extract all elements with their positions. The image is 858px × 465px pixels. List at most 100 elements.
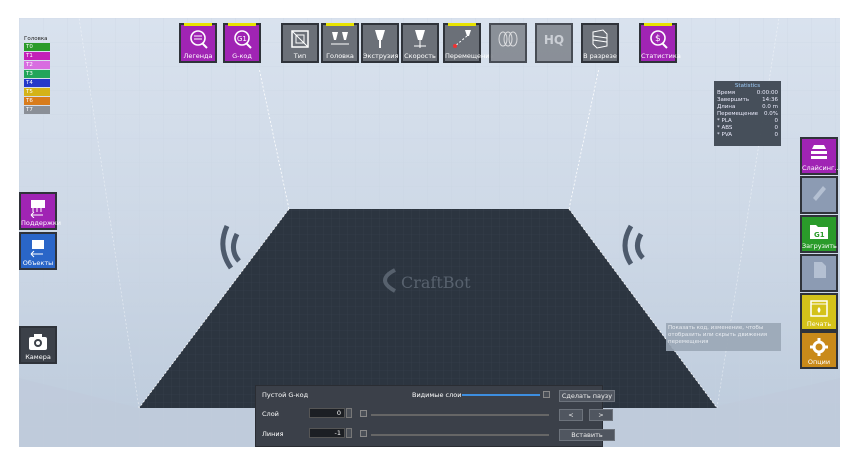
travel-button[interactable]: Перемещение (443, 23, 494, 63)
objects-icon (30, 240, 44, 258)
head-button[interactable]: Головка (321, 23, 359, 63)
statistics-row-value: 14:36 (762, 97, 778, 103)
extrusion-button[interactable]: Экструзия (361, 23, 399, 63)
statistics-row-value: 0.0 m (762, 104, 778, 110)
nozzle-speed-icon (414, 30, 426, 48)
layer-label: Слой (262, 410, 279, 418)
statistics-title: Statistics (734, 83, 761, 89)
print-window-icon (810, 300, 828, 317)
statistics-label: Статистика (641, 52, 681, 60)
statistics-row-value: 0 (774, 125, 779, 131)
statistics-row-label: * ABS (717, 125, 733, 131)
legend-title: Головка (24, 36, 48, 42)
statistics-row-label: Завершить (717, 97, 750, 103)
visible-layers-slider[interactable] (462, 394, 540, 396)
folder-g1-icon: G1 (810, 225, 828, 239)
upload-label: Загрузить (802, 242, 837, 250)
next-button[interactable]: > (589, 409, 613, 421)
options-button[interactable]: Опции (800, 331, 838, 369)
pencil-icon (813, 186, 826, 201)
statistics-button[interactable]: $ Статистика (639, 23, 681, 63)
statistics-row: Время 0:00:00 (717, 90, 778, 97)
camera-label: Камера (25, 353, 51, 361)
travel-label: Перемещение (445, 52, 494, 60)
statistics-row: Завершить 14:36 (717, 97, 778, 104)
speed-button[interactable]: Скорость (401, 23, 439, 63)
gcode-controls-panel: Пустой G-код Видимые слои Слой 0 Линия -… (255, 385, 615, 447)
layer-checkbox[interactable] (360, 410, 367, 417)
insert-button[interactable]: Вставить (559, 429, 615, 441)
layer-spinner[interactable] (346, 408, 352, 418)
statistics-row-value: 0 (774, 118, 779, 124)
save-file-button[interactable] (800, 254, 838, 292)
line-spinner[interactable] (346, 428, 352, 438)
travel-path-icon (453, 30, 471, 48)
upload-button[interactable]: G1 Загрузить (800, 215, 838, 253)
svg-text:$: $ (655, 34, 661, 44)
visible-layers-label: Видимые слои (412, 391, 462, 399)
statistics-row-label: Перемещение (717, 111, 759, 117)
prev-button[interactable]: < (559, 409, 583, 421)
magnifier-gcode-icon: G1 (234, 30, 252, 49)
hq-label: HQ (543, 33, 565, 47)
statistics-row: * PVA 0 (717, 132, 778, 139)
section-button[interactable]: В разрезе (581, 23, 619, 63)
gear-icon (810, 338, 828, 356)
statistics-row-label: Время (717, 90, 736, 96)
layer-slider[interactable] (371, 414, 549, 416)
pause-button[interactable]: Сделать паузу (559, 390, 615, 402)
layer-field[interactable]: 0 (309, 408, 345, 418)
edit-button[interactable] (800, 176, 838, 214)
options-label: Опции (807, 358, 831, 366)
gcode-button[interactable]: G1 G-код (223, 23, 261, 63)
gcode-status: Пустой G-код (262, 391, 309, 399)
type-label: Тип (293, 52, 307, 60)
svg-text:G1: G1 (237, 35, 247, 43)
legend-item: T0 (24, 43, 50, 51)
statistics-panel: Statistics Время 0:00:00 Завершить 14:36 Дли… (714, 81, 781, 146)
statistics-row: * ABS 0 (717, 125, 778, 132)
objects-button[interactable]: Объекты (19, 232, 57, 270)
head-label: Головка (326, 52, 354, 60)
slice-layers-icon (811, 145, 827, 159)
line-checkbox[interactable] (360, 430, 367, 437)
statistics-row: Длина 0.0 m (717, 104, 778, 111)
statistics-row-value: 0.0% (764, 111, 778, 117)
supports-label: Поддержки (21, 219, 61, 227)
line-field[interactable]: -1 (309, 428, 345, 438)
statistics-row-label: * PLA (717, 118, 732, 124)
dual-nozzle-icon (331, 32, 349, 45)
section-label: В разрезе (583, 52, 617, 60)
layers-toggle-button[interactable] (489, 23, 527, 63)
legend-item: T6 (24, 97, 50, 105)
square-type-icon (291, 30, 309, 48)
legend-item: T5 (24, 88, 50, 96)
slicing-button[interactable]: Слайсинг... (800, 137, 840, 175)
hq-button[interactable]: HQ (535, 23, 573, 63)
svg-text:G1: G1 (814, 231, 825, 239)
head-legend: Головка T0 T1 T2 T3 T4 T5 T6 T7 (24, 36, 50, 115)
print-button[interactable]: Печать (800, 293, 838, 331)
supports-button[interactable]: Поддержки (19, 192, 61, 230)
statistics-row-value: 0:00:00 (756, 90, 778, 96)
statistics-row-value: 0 (774, 132, 779, 138)
layers-rings-icon (498, 31, 518, 47)
legend-item: T3 (24, 70, 50, 78)
visible-layers-checkbox[interactable] (543, 391, 550, 398)
type-button[interactable]: Тип (281, 23, 319, 63)
section-view-icon (592, 29, 608, 49)
document-icon (814, 262, 826, 278)
gcode-label: G-код (232, 52, 252, 60)
magnifier-dollar-icon: $ (650, 30, 668, 49)
magnifier-legend-icon (190, 30, 208, 49)
statistics-row-label: * PVA (717, 132, 732, 138)
3d-viewport[interactable]: CraftBot Головка T0 T1 T2 T3 T4 T5 T6 T7 Легенд… (19, 18, 840, 447)
line-slider[interactable] (371, 434, 549, 436)
camera-button[interactable]: Камера (19, 326, 57, 364)
tooltip: Показать код, изменение, чтобы отобразит… (666, 323, 781, 351)
legend-label: Легенда (183, 52, 213, 60)
nozzle-extrusion-icon (375, 30, 385, 48)
legend-item: T4 (24, 79, 50, 87)
legend-button[interactable]: Легенда (179, 23, 217, 63)
statistics-row-label: Длина (717, 104, 736, 110)
